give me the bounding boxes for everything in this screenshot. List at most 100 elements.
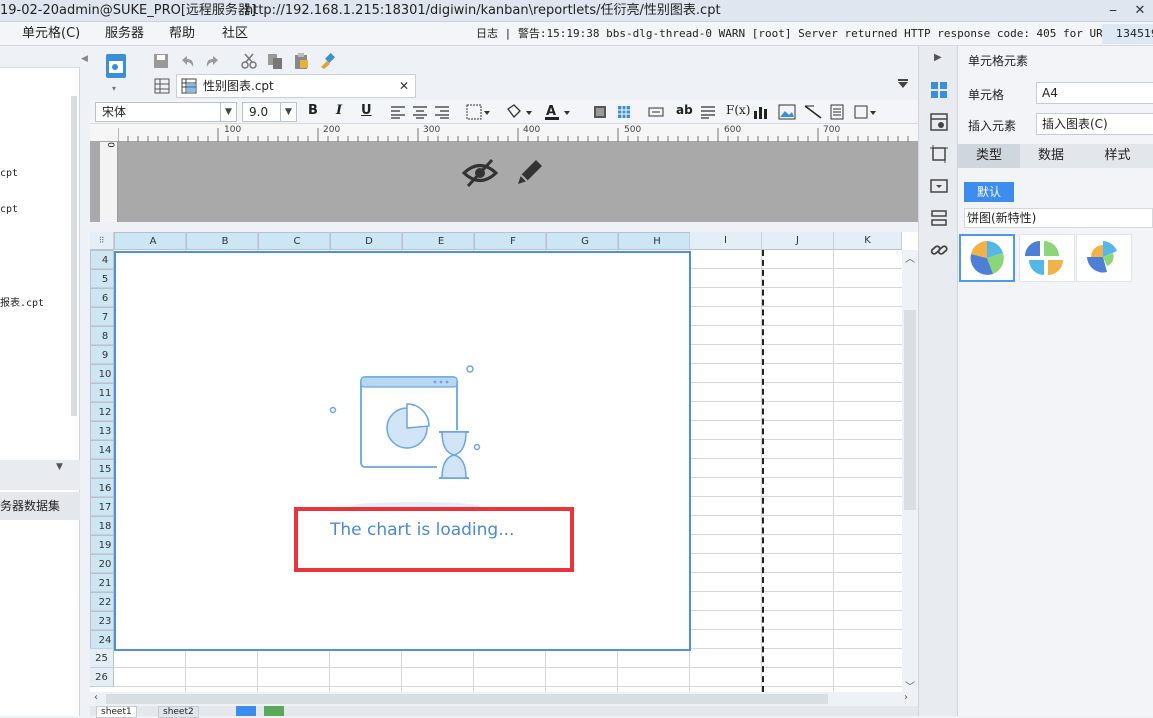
row-header[interactable]: 25	[90, 649, 114, 668]
row-header[interactable]: 23	[90, 611, 114, 630]
align-left-icon[interactable]	[390, 105, 406, 119]
row-header[interactable]: 8	[90, 326, 114, 345]
row-header[interactable]: 12	[90, 402, 114, 421]
font-family-select[interactable]: 宋体 ▼	[95, 102, 237, 122]
add-sheet-icon[interactable]	[236, 706, 256, 716]
column-header[interactable]: H	[618, 232, 690, 250]
formula-icon[interactable]: F(x)	[726, 103, 750, 117]
sheet-tab[interactable]: sheet1	[96, 706, 137, 718]
fill-color-icon[interactable]	[504, 103, 534, 121]
row-header[interactable]: 4	[90, 250, 114, 269]
menu-help[interactable]: 帮助	[169, 22, 195, 45]
border-icon[interactable]	[466, 104, 492, 120]
undo-icon[interactable]	[178, 52, 196, 70]
row-header[interactable]: 6	[90, 288, 114, 307]
close-tab-button[interactable]: ✕	[399, 75, 409, 97]
row-header[interactable]: 26	[90, 668, 114, 687]
widget-icon[interactable]	[929, 176, 949, 196]
template-icon[interactable]	[104, 52, 128, 82]
row-header[interactable]: 20	[90, 554, 114, 573]
eye-slash-icon[interactable]	[462, 156, 498, 190]
subreport-icon[interactable]	[830, 104, 844, 120]
pencil-icon[interactable]	[514, 156, 546, 188]
font-color-icon[interactable]: A	[544, 102, 574, 122]
slash-icon[interactable]	[804, 104, 822, 120]
column-header[interactable]: K	[834, 232, 902, 250]
scroll-up-icon[interactable]: ︿	[905, 250, 915, 265]
rose-chart-option[interactable]	[1076, 234, 1132, 282]
copy-icon[interactable]	[266, 52, 284, 70]
column-header[interactable]: C	[258, 232, 330, 250]
column-header[interactable]: J	[762, 232, 834, 250]
row-header[interactable]: 24	[90, 630, 114, 649]
bar-chart-icon[interactable]	[752, 104, 768, 120]
scroll-right-icon[interactable]: ›	[904, 692, 908, 703]
format-painter-icon[interactable]	[318, 52, 336, 70]
pie-chart-option[interactable]	[959, 234, 1015, 282]
row-header[interactable]: 19	[90, 535, 114, 554]
collapse-arrow-icon[interactable]: ▼	[56, 462, 63, 472]
insert-element-select[interactable]: 插入图表(C)	[1036, 113, 1153, 135]
table-icon[interactable]	[617, 105, 631, 119]
file-tree-item[interactable]: cpt	[0, 168, 18, 179]
menu-cell[interactable]: 单元格(C)	[22, 22, 80, 45]
row-header[interactable]: 16	[90, 478, 114, 497]
row-header[interactable]: 11	[90, 383, 114, 402]
bold-button[interactable]: B	[308, 103, 318, 118]
cell-attribute-icon[interactable]	[929, 112, 949, 132]
cell-style-icon[interactable]	[593, 105, 607, 119]
chart-type-label[interactable]: 饼图(新特性)	[964, 208, 1153, 228]
column-header[interactable]: I	[690, 232, 762, 250]
horizontal-scrollbar[interactable]: ‹ ›	[90, 692, 918, 706]
default-button[interactable]: 默认	[964, 182, 1014, 202]
file-tree-item[interactable]: cpt	[0, 204, 18, 215]
close-window-button[interactable]: ✕	[1127, 0, 1153, 18]
template-dropdown-icon[interactable]: ▾	[112, 84, 116, 93]
image-icon[interactable]	[778, 104, 796, 120]
row-header[interactable]: 21	[90, 573, 114, 592]
row-header[interactable]: 14	[90, 440, 114, 459]
file-tree-scrollbar[interactable]	[71, 96, 77, 416]
row-header[interactable]: 22	[90, 592, 114, 611]
font-size-select[interactable]: 9.0 ▼	[242, 102, 297, 122]
select-all-corner[interactable]: ⠿	[90, 232, 114, 250]
hscroll-thumb[interactable]	[106, 694, 828, 704]
scroll-left-icon[interactable]: ‹	[94, 692, 98, 703]
column-header[interactable]: F	[474, 232, 546, 250]
paragraph-icon[interactable]	[700, 105, 716, 119]
column-header[interactable]: D	[330, 232, 402, 250]
row-header[interactable]: 7	[90, 307, 114, 326]
underline-button[interactable]: U	[361, 103, 372, 118]
row-header[interactable]: 9	[90, 345, 114, 364]
menu-server[interactable]: 服务器	[105, 22, 144, 45]
align-right-icon[interactable]	[434, 105, 450, 119]
server-dataset-header[interactable]: 务器数据集	[0, 492, 80, 520]
row-header[interactable]: 17	[90, 497, 114, 516]
vertical-scrollbar[interactable]: ︿ ﹀	[902, 250, 918, 692]
cell-expand-icon[interactable]	[929, 144, 949, 164]
hyperlink-icon[interactable]	[929, 240, 949, 260]
file-tree-item[interactable]: 报表.cpt	[0, 294, 44, 309]
collapse-left-icon[interactable]: ◀	[81, 54, 88, 64]
cell-element-icon[interactable]	[929, 80, 949, 100]
tab-data[interactable]: 数据	[1020, 144, 1082, 168]
cut-icon[interactable]	[240, 52, 258, 70]
row-header[interactable]: 15	[90, 459, 114, 478]
menu-community[interactable]: 社区	[222, 22, 248, 45]
log-message[interactable]: 日志 | 警告:15:19:38 bbs-dlg-thread-0 WARN […	[476, 22, 1129, 45]
align-center-icon[interactable]	[412, 105, 428, 119]
cell-address-field[interactable]: A4	[1036, 82, 1153, 104]
column-header[interactable]: A	[114, 232, 186, 250]
minimize-button[interactable]: ⎯	[1100, 0, 1126, 18]
italic-button[interactable]: I	[336, 103, 342, 118]
editor-tab[interactable]: 性别图表.cpt ✕	[176, 74, 416, 98]
donut-chart-option[interactable]	[1019, 234, 1075, 282]
row-header[interactable]: 5	[90, 269, 114, 288]
collapse-right-icon[interactable]: ▶	[934, 52, 942, 63]
more-insert-icon[interactable]	[854, 104, 880, 120]
tab-style[interactable]: 样式	[1082, 144, 1153, 168]
paste-icon[interactable]	[292, 52, 310, 70]
text-icon[interactable]: ab	[676, 103, 693, 117]
scroll-down-icon[interactable]: ﹀	[905, 678, 915, 692]
row-header[interactable]: 13	[90, 421, 114, 440]
